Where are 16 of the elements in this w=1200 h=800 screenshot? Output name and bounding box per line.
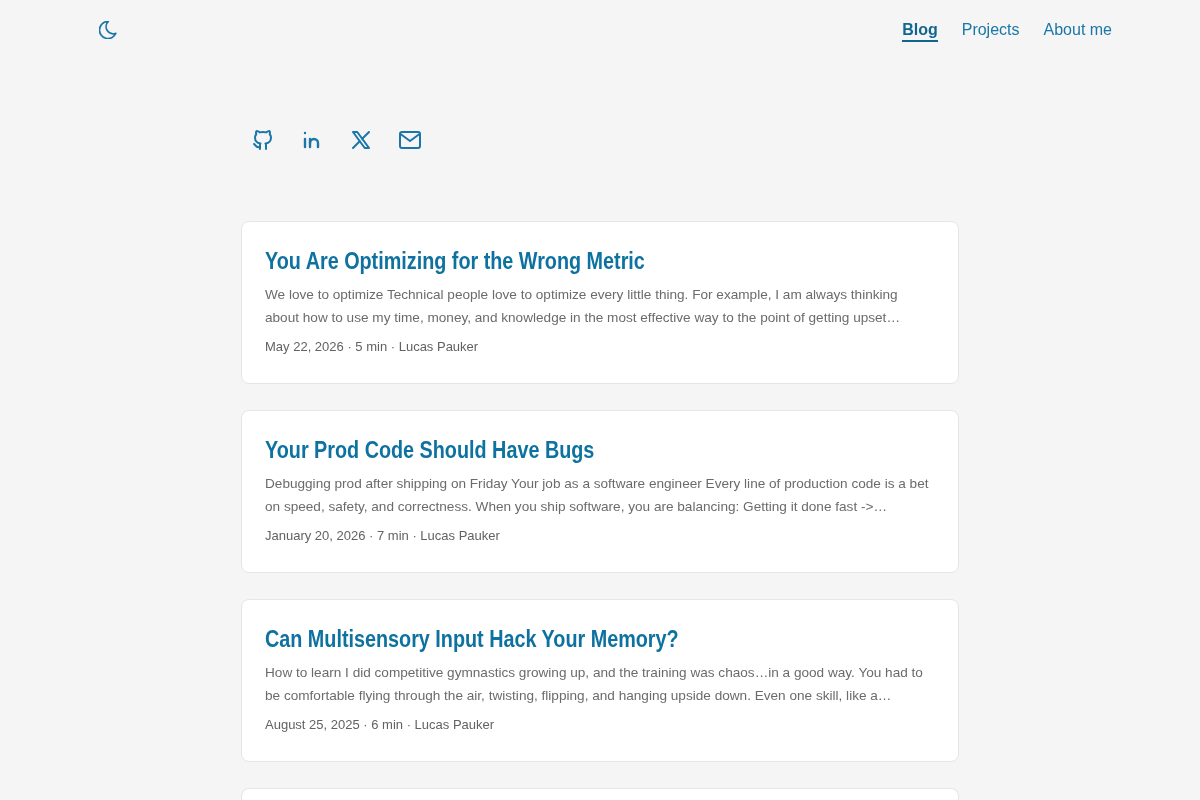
github-icon[interactable] bbox=[251, 128, 275, 152]
nav-link[interactable]: Blog bbox=[902, 18, 938, 42]
post-excerpt: How to learn I did competitive gymnastics growing up, and the training was chaos…in a good way. You had to be comfortable flying through the air, twisting, flipping, and hanging upside down. Even one skill, like a… bbox=[265, 664, 924, 705]
post-meta: August 25, 2025 · 6 min · Lucas Pauker bbox=[265, 716, 496, 734]
post-excerpt: Debugging prod after shipping on Friday Your job as a software engineer Every line of production code is a bet on speed, safety, and correctness. When you ship software, you are balancing: Getting it done fast ->… bbox=[265, 475, 930, 516]
post-meta: May 22, 2026 · 5 min · Lucas Pauker bbox=[265, 338, 480, 356]
mail-icon[interactable] bbox=[398, 128, 422, 152]
post-title[interactable]: Your Prod Code Should Have Bugs bbox=[265, 434, 595, 466]
moon-icon[interactable] bbox=[99, 21, 117, 39]
nav-link[interactable]: About me bbox=[1043, 18, 1112, 42]
post-meta: January 20, 2026 · 7 min · Lucas Pauker bbox=[265, 527, 501, 545]
x-logo-icon[interactable] bbox=[349, 128, 373, 152]
post-title[interactable]: Can Multisensory Input Hack Your Memory? bbox=[265, 623, 679, 655]
post-excerpt: We love to optimize Technical people love to optimize every little thing. For example, I am always thinking about how to use my time, money, and knowledge in the most effective way to the point of getting upset… bbox=[265, 286, 901, 327]
nav-link[interactable]: Projects bbox=[961, 18, 1020, 42]
post-title[interactable]: You Are Optimizing for the Wrong Metric bbox=[265, 245, 645, 277]
